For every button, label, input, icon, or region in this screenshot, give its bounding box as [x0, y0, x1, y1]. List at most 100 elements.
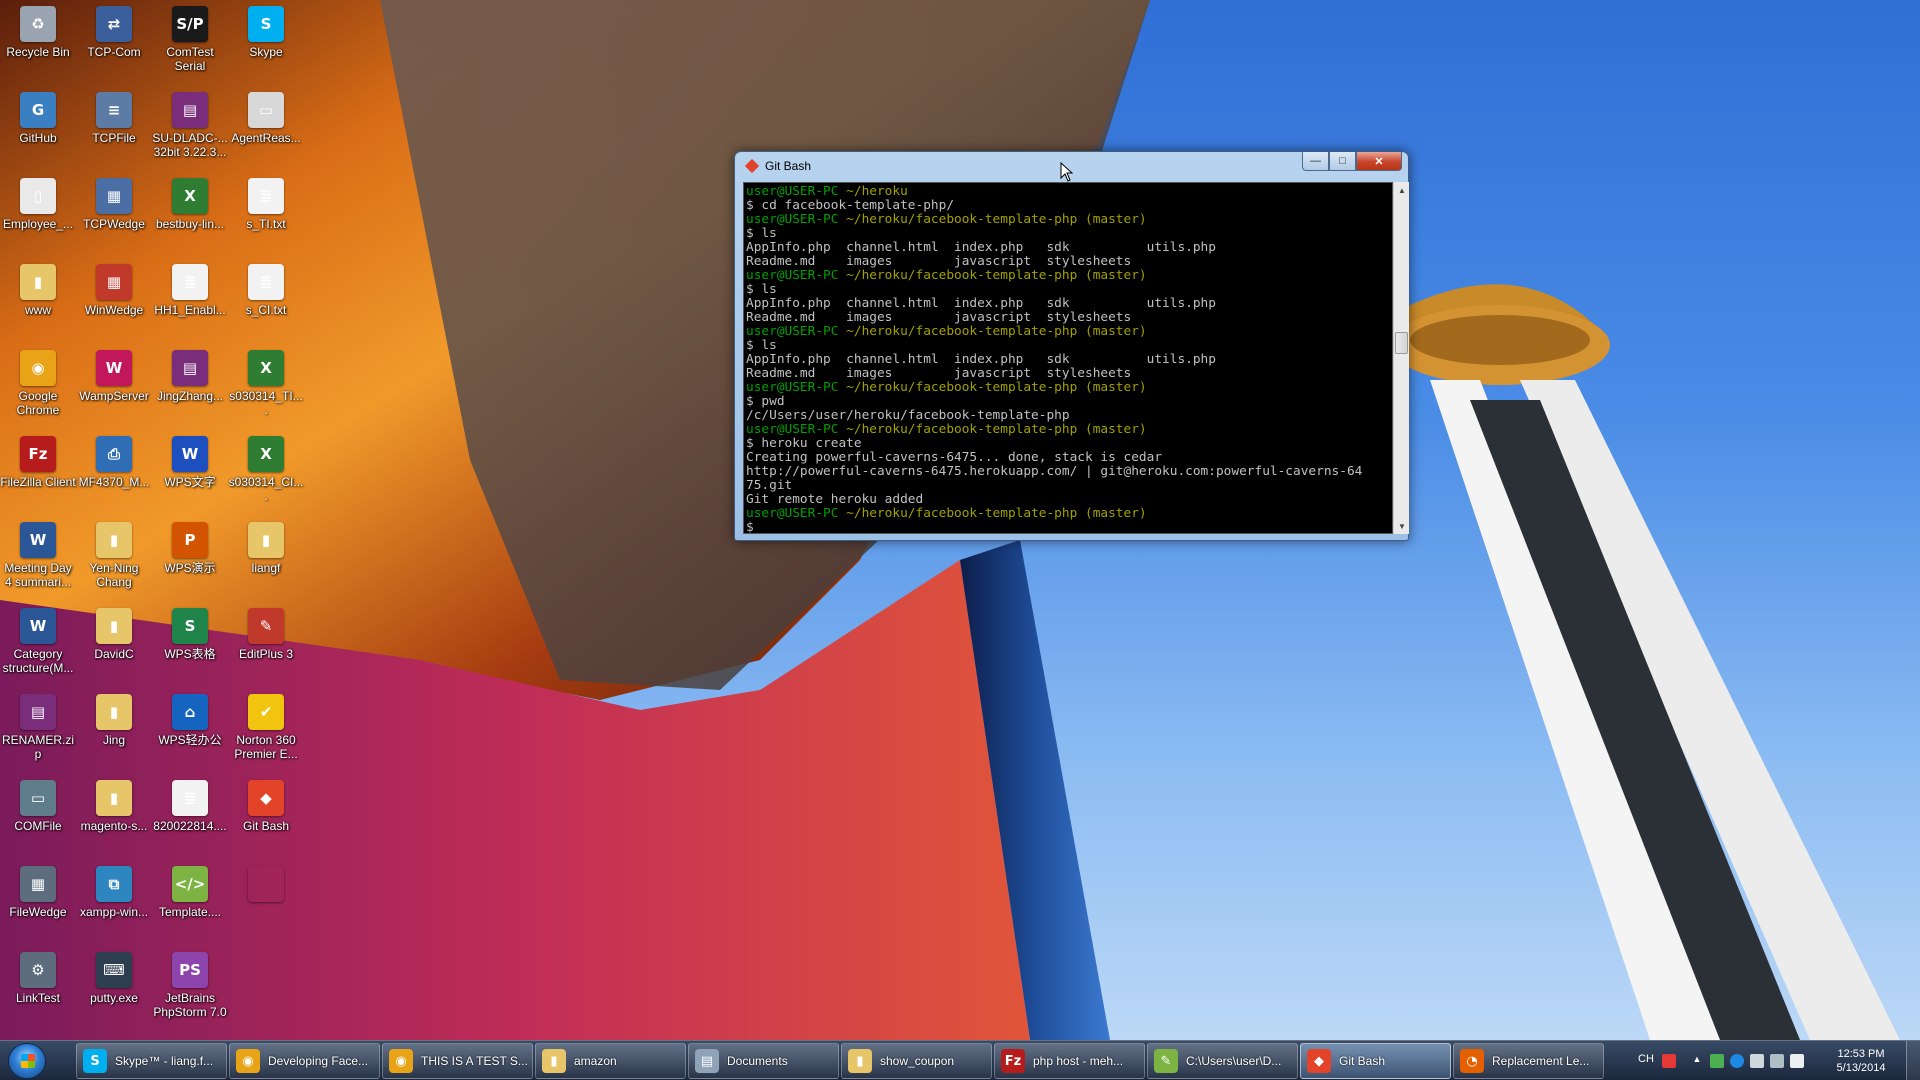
taskbar-button[interactable]: ◉ Developing Face... [229, 1043, 380, 1079]
terminal-output[interactable]: user@USER-PC ~/heroku $ cd facebook-templ… [743, 182, 1393, 534]
desktop-icon-label: SU-DLADC-... 32bit 3.22.3... [152, 131, 228, 159]
volume-muted-icon[interactable] [1750, 1054, 1764, 1068]
desktop-icon-label: s030314_TI.... [229, 389, 303, 417]
desktop-icon[interactable]: ≣ 820022814.... [152, 780, 228, 833]
desktop-icon[interactable]: S Skype [228, 6, 304, 59]
desktop-icon[interactable]: W Category structure(M... [0, 608, 76, 675]
desktop-icon[interactable]: ✎ EditPlus 3 [228, 608, 304, 661]
scrollbar-thumb[interactable] [1395, 332, 1408, 354]
wampserver-icon: W [96, 350, 132, 386]
terminal-line: /c/Users/user/heroku/facebook-template-p… [746, 409, 1392, 423]
terminal-line: $ pwd [746, 395, 1392, 409]
scroll-up-arrow-icon[interactable]: ▲ [1394, 182, 1410, 198]
desktop-icon[interactable]: ▭ AgentReas... [228, 92, 304, 145]
putty-icon: ⌨ [96, 952, 132, 988]
desktop-icon[interactable]: ▮ Yen-Ning Chang [76, 522, 152, 589]
desktop-icon[interactable]: S WPS表格 [152, 608, 228, 661]
show-desktop-button[interactable] [1906, 1041, 1920, 1080]
desktop-icon[interactable]: ≡ TCPFile [76, 92, 152, 145]
minimize-button[interactable]: — [1302, 152, 1329, 171]
desktop-icon[interactable]: ≣ s_TI.txt [228, 178, 304, 231]
prompt-path: ~/heroku/facebook-template-php (master) [838, 324, 1147, 339]
maximize-button[interactable]: □ [1329, 152, 1356, 171]
git-bash-window[interactable]: Git Bash — □ ✕ user@USER-PC ~/heroku $ cd… [734, 151, 1409, 541]
desktop-icon[interactable]: W WPS文字 [152, 436, 228, 489]
desktop-icon-label: GitHub [19, 131, 57, 145]
clock[interactable]: 12:53 PM 5/13/2014 [1829, 1047, 1893, 1075]
desktop-icon[interactable]: ▮ liangf [228, 522, 304, 575]
desktop-icon[interactable] [228, 866, 304, 905]
desktop-icon[interactable]: ▮ www [0, 264, 76, 317]
prompt-path: ~/heroku/facebook-template-php (master) [838, 268, 1147, 283]
comtest-serial-icon: S/P [172, 6, 208, 42]
desktop-icon[interactable]: P WPS演示 [152, 522, 228, 575]
desktop-icon[interactable]: ⧉ xampp-win... [76, 866, 152, 919]
gpu-icon[interactable] [1710, 1054, 1724, 1068]
desktop-icon-label: Yen-Ning Chang [89, 561, 139, 589]
desktop-icon[interactable]: ▮ Jing [76, 694, 152, 747]
monitor-icon[interactable] [1770, 1054, 1784, 1068]
desktop-icon[interactable]: ▮ DavidC [76, 608, 152, 661]
action-center-flag-icon[interactable] [1790, 1054, 1804, 1068]
terminal-line: Readme.md images javascript stylesheets [746, 255, 1392, 269]
norton-icon: ✔ [248, 694, 284, 730]
desktop-icon[interactable]: PS JetBrains PhpStorm 7.0 [152, 952, 228, 1019]
desktop-icon[interactable]: Xbestbuy-lin... [152, 178, 228, 231]
desktop-icon[interactable]: S/P ComTest Serial [152, 6, 228, 73]
close-button[interactable]: ✕ [1356, 152, 1402, 171]
tcpwedge-icon: ▦ [96, 178, 132, 214]
language-indicator[interactable]: CH [1638, 1053, 1654, 1065]
desktop-icon[interactable]: ▤ RENAMER.zip [0, 694, 76, 761]
taskbar-button[interactable]: ▤ Documents [688, 1043, 839, 1079]
desktop-icon[interactable]: ▤ SU-DLADC-... 32bit 3.22.3... [152, 92, 228, 159]
start-button[interactable] [8, 1043, 46, 1079]
scroll-down-arrow-icon[interactable]: ▼ [1394, 518, 1410, 534]
desktop-icon-label: Category structure(M... [2, 647, 74, 675]
taskbar-button[interactable]: ▮ amazon [535, 1043, 686, 1079]
desktop-icon[interactable]: ⚙ LinkTest [0, 952, 76, 1005]
terminal-line: AppInfo.php channel.html index.php sdk u… [746, 353, 1392, 367]
taskbar-button[interactable]: S Skype™ - liang.f... [76, 1043, 227, 1079]
desktop-icon[interactable]: ⌨ putty.exe [76, 952, 152, 1005]
desktop-icon[interactable]: Xs030314_TI.... [228, 350, 304, 417]
taskbar-button[interactable]: ▮ show_coupon [841, 1043, 992, 1079]
comfile-icon: ▭ [20, 780, 56, 816]
folder-icon: ▮ [96, 522, 132, 558]
desktop-icon[interactable]: ◆ Git Bash [228, 780, 304, 833]
show-hidden-icons-chevron-icon[interactable]: ▲ [1690, 1054, 1704, 1068]
desktop-icon-label: COMFile [14, 819, 62, 833]
desktop-icon[interactable]: ▯ Employee_... [0, 178, 76, 231]
desktop-icon[interactable]: W Meeting Day 4 summari... [0, 522, 76, 589]
desktop-icon[interactable]: G GitHub [0, 92, 76, 145]
desktop-icon[interactable]: </> Template.... [152, 866, 228, 919]
desktop-icon[interactable]: W WampServer [76, 350, 152, 403]
desktop-icon[interactable]: ◉ Google Chrome [0, 350, 76, 417]
vertical-scrollbar[interactable]: ▲ ▼ [1393, 182, 1409, 534]
sogou-ime-icon[interactable] [1662, 1054, 1676, 1068]
desktop-icon[interactable]: ♻ Recycle Bin [0, 6, 76, 59]
desktop-icon[interactable]: ≣ HH1_Enabl... [152, 264, 228, 317]
desktop-icon[interactable]: ⇄ TCP-Com [76, 6, 152, 59]
taskbar-button[interactable]: ◉ THIS IS A TEST S... [382, 1043, 533, 1079]
taskbar-button[interactable]: Fz php host - meh... [994, 1043, 1145, 1079]
desktop-icon[interactable]: ▦ WinWedge [76, 264, 152, 317]
desktop-icon[interactable]: ▤ JingZhang... [152, 350, 228, 403]
prompt-path: ~/heroku/facebook-template-php (master) [838, 380, 1147, 395]
taskbar-button[interactable]: ◆ Git Bash [1300, 1043, 1451, 1079]
taskbar-button[interactable]: ◔ Replacement Le... [1453, 1043, 1604, 1079]
taskbar: S Skype™ - liang.f... ◉ Developing Face... ◉… [0, 1040, 1920, 1080]
taskbar-button[interactable]: ✎ C:\Users\user\D... [1147, 1043, 1298, 1079]
desktop-icon[interactable]: ▦ TCPWedge [76, 178, 152, 231]
desktop-icon[interactable]: ⌂ WPS轻办公 [152, 694, 228, 747]
desktop-icon[interactable]: ⎙ MF4370_M... [76, 436, 152, 489]
desktop-icon[interactable]: ✔ Norton 360 Premier E... [228, 694, 304, 761]
desktop-icon[interactable]: ▭ COMFile [0, 780, 76, 833]
terminal-line: $ ls [746, 339, 1392, 353]
network-bluetooth-icon[interactable] [1730, 1054, 1744, 1068]
desktop-icon[interactable]: ▮ magento-s... [76, 780, 152, 833]
desktop-icon[interactable]: Xs030314_CI.... [228, 436, 304, 503]
desktop-icon[interactable]: ≣ s_CI.txt [228, 264, 304, 317]
desktop-icon-label: Employee_... [2, 217, 74, 231]
desktop-icon[interactable]: Fz FileZilla Client [0, 436, 76, 489]
desktop-icon[interactable]: ▦ FileWedge [0, 866, 76, 919]
